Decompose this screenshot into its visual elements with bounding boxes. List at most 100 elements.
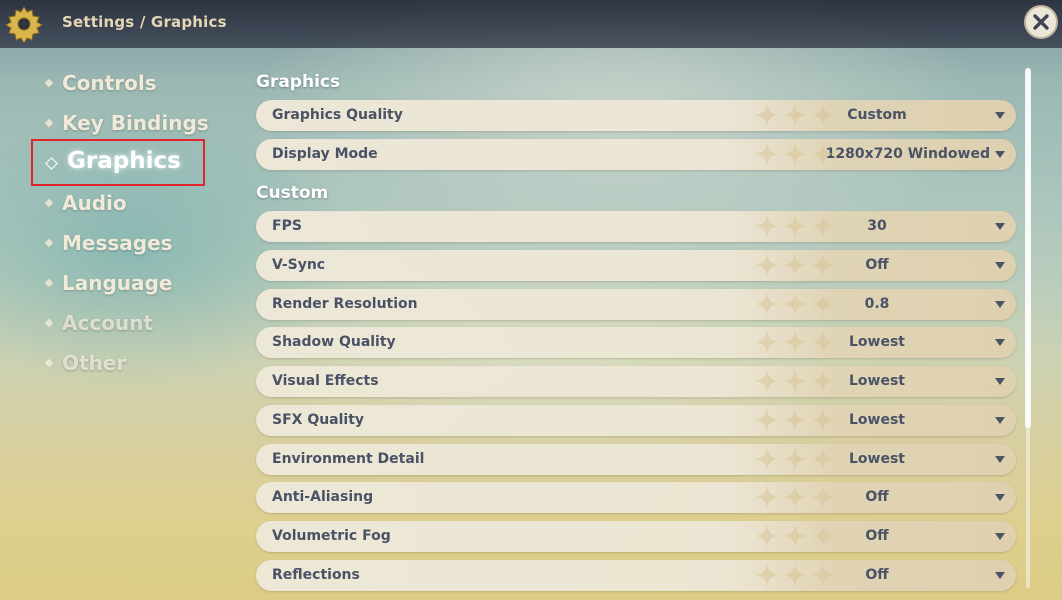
chevron-down-icon xyxy=(995,417,1005,424)
chevron-down-icon xyxy=(995,494,1005,501)
chevron-down-icon xyxy=(995,112,1005,119)
setting-label: Display Mode xyxy=(272,146,378,162)
gear-icon xyxy=(3,3,45,45)
setting-label: Environment Detail xyxy=(272,451,425,467)
section-title-graphics: Graphics xyxy=(256,72,341,92)
setting-row-environment-detail[interactable]: Environment Detail Lowest xyxy=(256,444,1016,475)
setting-row-shadow-quality[interactable]: Shadow Quality Lowest xyxy=(256,327,1016,358)
sparkle-decoration-icon xyxy=(784,369,806,393)
sparkle-decoration-icon xyxy=(756,292,778,316)
setting-label: Anti-Aliasing xyxy=(272,489,374,505)
sparkle-decoration-icon xyxy=(784,447,806,471)
sparkle-decoration-icon xyxy=(756,447,778,471)
sparkle-decoration-icon xyxy=(812,408,834,432)
setting-row-sfx-quality[interactable]: SFX Quality Lowest xyxy=(256,405,1016,436)
setting-row-v-sync[interactable]: V-Sync Off xyxy=(256,250,1016,281)
sparkle-decoration-icon xyxy=(784,142,806,166)
sparkle-decoration-icon xyxy=(784,408,806,432)
sparkle-decoration-icon xyxy=(756,369,778,393)
sparkle-decoration-icon xyxy=(812,103,834,127)
sparkle-decoration-icon xyxy=(756,214,778,238)
sparkle-decoration-icon xyxy=(756,563,778,587)
sparkle-decoration-icon xyxy=(812,369,834,393)
sidebar-item-other[interactable]: Other xyxy=(30,344,240,384)
setting-row-reflections[interactable]: Reflections Off xyxy=(256,560,1016,591)
sparkle-decoration-icon xyxy=(784,563,806,587)
diamond-bullet-icon xyxy=(44,118,54,128)
chevron-down-icon xyxy=(995,262,1005,269)
close-button[interactable] xyxy=(1024,5,1058,39)
sidebar-item-messages[interactable]: Messages xyxy=(30,224,240,264)
chevron-down-icon xyxy=(995,572,1005,579)
sparkle-decoration-icon xyxy=(784,103,806,127)
section-title-custom: Custom xyxy=(256,183,329,203)
close-icon xyxy=(1033,14,1049,30)
chevron-down-icon xyxy=(995,533,1005,540)
sparkle-decoration-icon xyxy=(784,524,806,548)
sidebar-item-label: Audio xyxy=(62,191,127,215)
sidebar-item-label: Controls xyxy=(62,71,157,95)
sparkle-decoration-icon xyxy=(812,485,834,509)
setting-label: Reflections xyxy=(272,567,360,583)
sparkle-decoration-icon xyxy=(756,330,778,354)
setting-row-anti-aliasing[interactable]: Anti-Aliasing Off xyxy=(256,482,1016,513)
sidebar-item-key-bindings[interactable]: Key Bindings xyxy=(30,104,240,144)
sparkle-decoration-icon xyxy=(812,330,834,354)
chevron-down-icon xyxy=(995,378,1005,385)
sparkle-decoration-icon xyxy=(812,292,834,316)
sidebar-item-label: Messages xyxy=(62,231,173,255)
sparkle-decoration-icon xyxy=(756,253,778,277)
sidebar-item-language[interactable]: Language xyxy=(30,264,240,304)
sparkle-decoration-icon xyxy=(812,563,834,587)
setting-label: Visual Effects xyxy=(272,373,379,389)
setting-label: FPS xyxy=(272,218,302,234)
sparkle-decoration-icon xyxy=(812,447,834,471)
sparkle-decoration-icon xyxy=(784,330,806,354)
sparkle-decoration-icon xyxy=(784,485,806,509)
diamond-bullet-icon xyxy=(44,358,54,368)
diamond-bullet-icon xyxy=(44,318,54,328)
sidebar-item-label: Other xyxy=(62,351,127,375)
setting-label: Shadow Quality xyxy=(272,334,396,350)
sparkle-decoration-icon xyxy=(784,292,806,316)
chevron-down-icon xyxy=(995,301,1005,308)
sparkle-decoration-icon xyxy=(784,214,806,238)
chevron-down-icon xyxy=(995,223,1005,230)
diamond-bullet-icon xyxy=(44,238,54,248)
sidebar-item-label: Key Bindings xyxy=(62,111,209,135)
sidebar-item-account[interactable]: Account xyxy=(30,304,240,344)
setting-label: Render Resolution xyxy=(272,296,418,312)
sparkle-decoration-icon xyxy=(812,524,834,548)
top-bar: Settings / Graphics xyxy=(0,0,1062,48)
sparkle-decoration-icon xyxy=(756,142,778,166)
diamond-bullet-icon xyxy=(44,198,54,208)
sidebar-item-audio[interactable]: Audio xyxy=(30,184,240,224)
setting-row-volumetric-fog[interactable]: Volumetric Fog Off xyxy=(256,521,1016,552)
scrollbar-thumb[interactable] xyxy=(1025,68,1031,428)
sidebar-item-controls[interactable]: Controls xyxy=(30,64,240,104)
setting-label: Graphics Quality xyxy=(272,107,403,123)
chevron-down-icon xyxy=(995,151,1005,158)
sidebar-item-label: Account xyxy=(62,311,153,335)
setting-row-render-resolution[interactable]: Render Resolution 0.8 xyxy=(256,289,1016,320)
sparkle-decoration-icon xyxy=(756,485,778,509)
setting-row-visual-effects[interactable]: Visual Effects Lowest xyxy=(256,366,1016,397)
sparkle-decoration-icon xyxy=(756,103,778,127)
chevron-down-icon xyxy=(995,456,1005,463)
diamond-bullet-icon xyxy=(44,78,54,88)
setting-row-fps[interactable]: FPS 30 xyxy=(256,211,1016,242)
sparkle-decoration-icon xyxy=(784,253,806,277)
setting-label: SFX Quality xyxy=(272,412,365,428)
selection-highlight-box xyxy=(31,139,205,186)
sparkle-decoration-icon xyxy=(756,524,778,548)
setting-label: Volumetric Fog xyxy=(272,528,391,544)
chevron-down-icon xyxy=(995,339,1005,346)
sidebar-item-label: Language xyxy=(62,271,173,295)
sparkle-decoration-icon xyxy=(812,142,834,166)
breadcrumb: Settings / Graphics xyxy=(62,13,227,31)
setting-label: V-Sync xyxy=(272,257,326,273)
setting-row-graphics-quality[interactable]: Graphics Quality Custom xyxy=(256,100,1016,131)
sparkle-decoration-icon xyxy=(812,253,834,277)
setting-row-display-mode[interactable]: Display Mode 1280x720 Windowed xyxy=(256,139,1016,170)
sparkle-decoration-icon xyxy=(756,408,778,432)
